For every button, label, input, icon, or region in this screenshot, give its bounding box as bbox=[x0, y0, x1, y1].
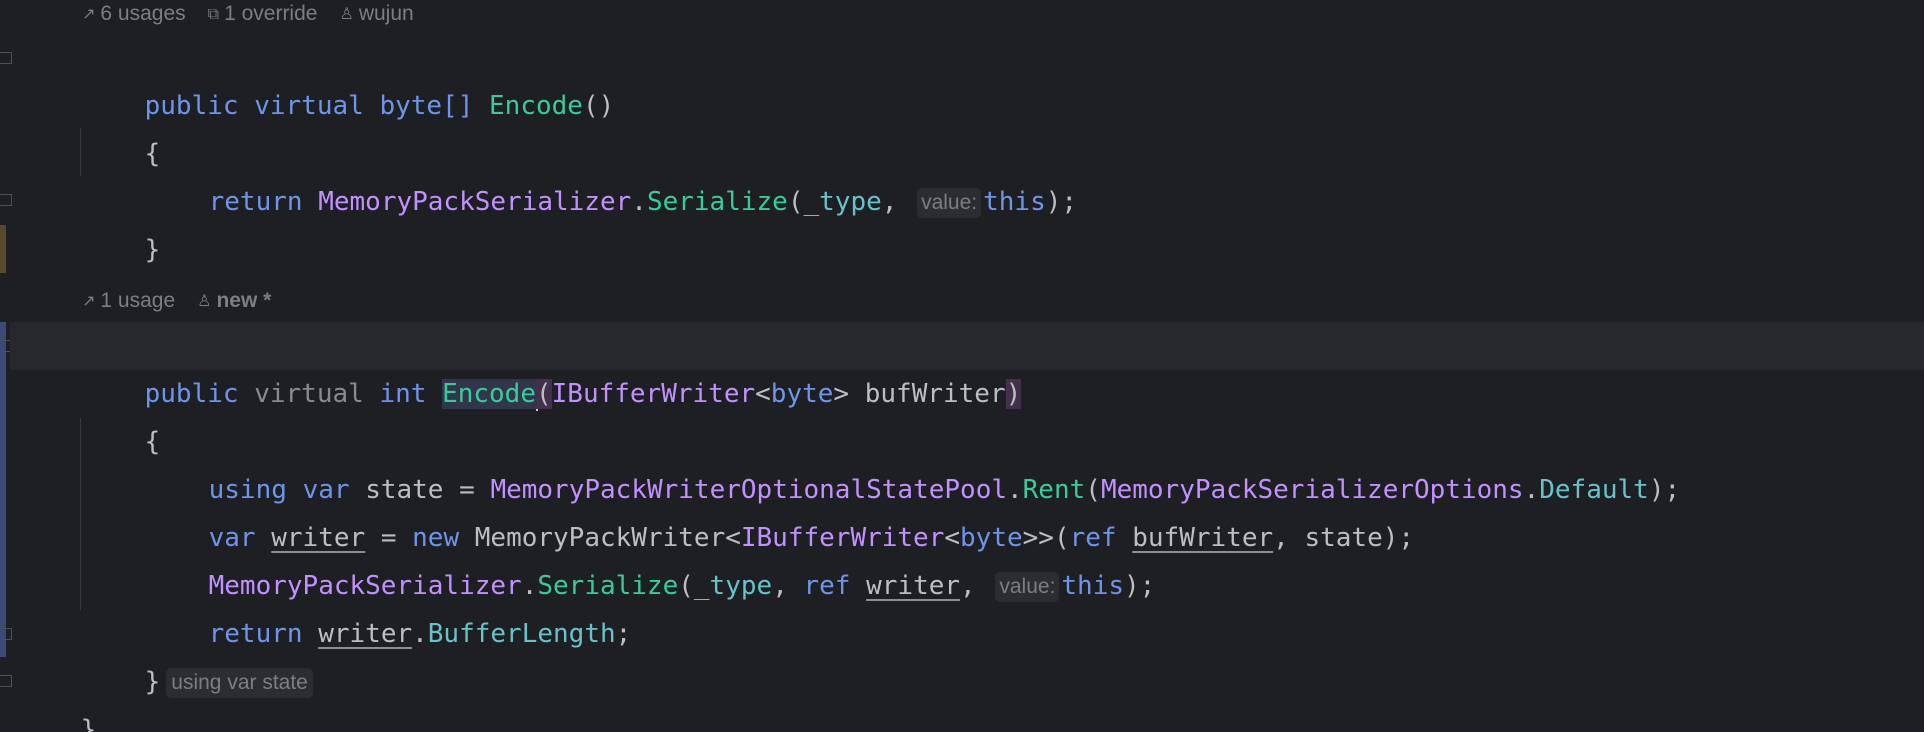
scope-end-hint: using var state bbox=[166, 667, 313, 698]
identifier-under-caret: Encode bbox=[442, 379, 536, 409]
code-vision-hints: ↗ 6 usages ⧉ 1 override ♙ wujun bbox=[82, 0, 436, 28]
code-line[interactable]: { bbox=[82, 82, 161, 169]
override-icon: ⧉ bbox=[207, 4, 220, 23]
code-line[interactable]: using var state = MemoryPackWriterOption… bbox=[146, 418, 1681, 505]
usages-hint[interactable]: ↗ 1 usage bbox=[82, 287, 175, 315]
code-line[interactable]: return writer.BufferLength; bbox=[146, 562, 632, 649]
indent-guide bbox=[80, 418, 81, 610]
usages-hint[interactable]: ↗ 6 usages bbox=[82, 0, 186, 28]
code-line[interactable]: } bbox=[82, 178, 161, 265]
fold-icon[interactable] bbox=[0, 675, 12, 687]
code-line[interactable]: } using var state bbox=[82, 610, 313, 698]
code-line[interactable]: } bbox=[18, 658, 97, 732]
change-marker-added[interactable] bbox=[0, 322, 6, 657]
code-line[interactable]: return MemoryPackSerializer.Serialize(_t… bbox=[146, 130, 1077, 218]
author-hint[interactable]: ♙ new * bbox=[197, 287, 271, 315]
code-line-current[interactable]: public virtual int Encode(IBufferWriter<… bbox=[82, 322, 1022, 411]
parameter-name-hint: value: bbox=[917, 187, 982, 218]
code-line[interactable]: { bbox=[82, 370, 161, 457]
gutter bbox=[0, 0, 12, 732]
person-icon: ♙ bbox=[197, 291, 212, 310]
matched-paren: ) bbox=[1005, 379, 1022, 409]
fold-icon[interactable] bbox=[0, 628, 12, 640]
code-vision-hints: ↗ 1 usage ♙ new * bbox=[82, 287, 293, 315]
code-line[interactable]: MemoryPackSerializer.Serialize(_type, re… bbox=[146, 514, 1155, 602]
code-editor[interactable]: ↗ 6 usages ⧉ 1 override ♙ wujun public v… bbox=[0, 0, 1924, 732]
external-link-icon: ↗ bbox=[82, 291, 96, 310]
code-line[interactable]: public virtual byte[] Encode() bbox=[82, 34, 615, 121]
indent-guide bbox=[80, 128, 81, 176]
fold-icon[interactable] bbox=[0, 194, 12, 206]
code-line[interactable]: var writer = new MemoryPackWriter<IBuffe… bbox=[146, 466, 1414, 553]
fold-icon[interactable] bbox=[0, 52, 12, 64]
change-marker-modified[interactable] bbox=[0, 225, 6, 273]
person-icon: ♙ bbox=[339, 4, 354, 23]
external-link-icon: ↗ bbox=[82, 4, 96, 23]
matched-paren: ( bbox=[535, 379, 552, 409]
parameter-name-hint: value: bbox=[995, 571, 1060, 602]
author-hint[interactable]: ♙ wujun bbox=[339, 0, 413, 28]
overrides-hint[interactable]: ⧉ 1 override bbox=[208, 0, 318, 28]
